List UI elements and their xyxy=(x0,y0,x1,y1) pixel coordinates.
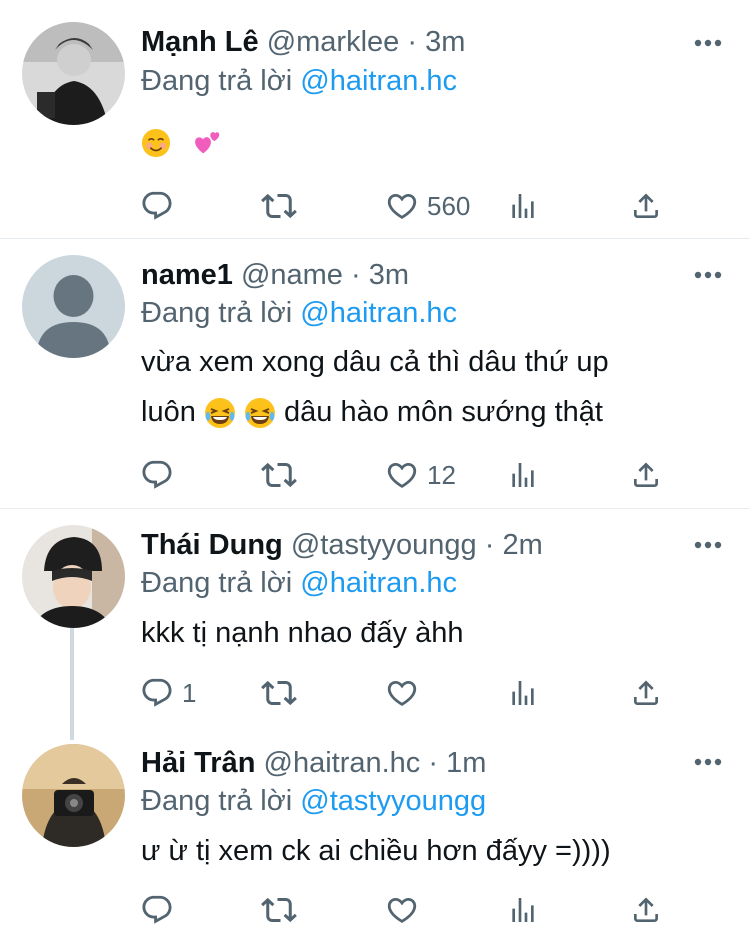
laughing-tears-icon xyxy=(244,397,276,429)
username[interactable]: @haitran.hc xyxy=(264,747,421,779)
analytics-icon xyxy=(507,190,539,222)
replying-label: Đang trả lời xyxy=(141,785,293,817)
tweet[interactable]: Hải Trân @haitran.hc · 1m Đang trả lời @… xyxy=(0,737,750,941)
like-button[interactable]: 560 xyxy=(385,186,470,226)
avatar[interactable] xyxy=(22,744,125,847)
reply-count: 1 xyxy=(182,677,197,708)
like-icon xyxy=(385,893,419,927)
share-button[interactable] xyxy=(630,455,662,495)
username[interactable]: @name xyxy=(241,259,343,291)
tweet[interactable]: Thái Dung @tastyyoungg · 2m Đang trả lời… xyxy=(0,509,750,737)
more-icon[interactable] xyxy=(694,270,722,280)
tweet-text-fragment: dâu hào môn sướng thật xyxy=(284,396,603,428)
timestamp[interactable]: 3m xyxy=(369,259,409,291)
replying-mention[interactable]: @haitran.hc xyxy=(300,65,457,97)
like-icon xyxy=(385,676,419,710)
tweet[interactable]: name1 @name · 3m Đang trả lời @haitran.h… xyxy=(0,239,750,508)
analytics-button[interactable] xyxy=(507,455,539,495)
tweet-text-line: luôn dâu hào môn sướng thật xyxy=(141,387,721,437)
more-icon[interactable] xyxy=(694,540,722,550)
analytics-button[interactable] xyxy=(507,890,539,930)
retweet-icon xyxy=(261,892,297,928)
tweet-text-line: vừa xem xong dâu cả thì dâu thứ up xyxy=(141,346,609,378)
analytics-icon xyxy=(507,894,539,926)
display-name[interactable]: name1 xyxy=(141,259,233,291)
retweet-icon xyxy=(261,188,297,224)
replying-label: Đang trả lời xyxy=(141,297,293,329)
reply-icon xyxy=(140,458,174,492)
analytics-icon xyxy=(507,677,539,709)
reply-button[interactable]: 1 xyxy=(140,673,196,713)
reply-icon xyxy=(140,893,174,927)
like-button[interactable]: 12 xyxy=(385,455,456,495)
like-icon xyxy=(385,458,419,492)
retweet-button[interactable] xyxy=(261,186,305,226)
timestamp[interactable]: 1m xyxy=(446,747,486,779)
display-name[interactable]: Hải Trân xyxy=(141,747,255,779)
action-bar: 1 xyxy=(140,673,680,713)
reply-icon xyxy=(140,676,174,710)
reply-button[interactable] xyxy=(140,186,182,226)
reply-icon xyxy=(140,189,174,223)
separator: · xyxy=(428,747,439,779)
tweet-text: kkk tị nạnh nhao đấy àhh xyxy=(141,617,464,649)
retweet-icon xyxy=(261,457,297,493)
more-icon[interactable] xyxy=(694,757,722,767)
share-icon xyxy=(630,190,662,222)
display-name[interactable]: Mạnh Lê xyxy=(141,26,259,58)
retweet-button[interactable] xyxy=(261,455,305,495)
like-icon xyxy=(385,189,419,223)
separator: · xyxy=(484,529,495,561)
like-button[interactable] xyxy=(385,673,427,713)
avatar[interactable] xyxy=(22,525,125,628)
reply-button[interactable] xyxy=(140,455,182,495)
laughing-tears-icon xyxy=(204,397,236,429)
share-icon xyxy=(630,894,662,926)
tweet-text xyxy=(141,117,721,167)
action-bar xyxy=(140,890,680,930)
replying-mention[interactable]: @haitran.hc xyxy=(300,297,457,329)
analytics-button[interactable] xyxy=(507,673,539,713)
tweet[interactable]: Mạnh Lê @marklee · 3m Đang trả lời @hait… xyxy=(0,0,750,238)
tweet-text: vừa xem xong dâu cả thì dâu thứ up luôn … xyxy=(141,337,721,437)
tweet-text: ư ừ tị xem ck ai chiều hơn đấyy =)))) xyxy=(141,835,611,867)
avatar[interactable] xyxy=(22,22,125,125)
action-bar: 560 xyxy=(140,186,680,226)
display-name[interactable]: Thái Dung xyxy=(141,529,283,561)
tweet-text-fragment: luôn xyxy=(141,396,196,428)
retweet-icon xyxy=(261,675,297,711)
like-button[interactable] xyxy=(385,890,427,930)
timestamp[interactable]: 2m xyxy=(502,529,542,561)
separator: · xyxy=(407,26,418,58)
username[interactable]: @marklee xyxy=(267,26,400,58)
share-icon xyxy=(630,677,662,709)
smiling-face-icon xyxy=(141,128,171,158)
username[interactable]: @tastyyoungg xyxy=(291,529,477,561)
separator: · xyxy=(351,259,361,291)
action-bar: 12 xyxy=(140,455,680,495)
share-button[interactable] xyxy=(630,673,662,713)
replying-mention[interactable]: @haitran.hc xyxy=(300,567,457,599)
timestamp[interactable]: 3m xyxy=(425,26,465,58)
analytics-button[interactable] xyxy=(507,186,539,226)
reply-button[interactable] xyxy=(140,890,182,930)
retweet-button[interactable] xyxy=(261,890,305,930)
replying-mention[interactable]: @tastyyoungg xyxy=(300,785,486,817)
share-button[interactable] xyxy=(630,186,662,226)
avatar[interactable] xyxy=(22,255,125,358)
share-button[interactable] xyxy=(630,890,662,930)
share-icon xyxy=(630,459,662,491)
replying-label: Đang trả lời xyxy=(141,65,293,97)
replying-label: Đang trả lời xyxy=(141,567,293,599)
like-count: 12 xyxy=(427,459,456,490)
analytics-icon xyxy=(507,459,539,491)
retweet-button[interactable] xyxy=(261,673,305,713)
like-count: 560 xyxy=(427,190,471,221)
more-icon[interactable] xyxy=(694,38,722,48)
two-hearts-icon xyxy=(191,128,221,158)
